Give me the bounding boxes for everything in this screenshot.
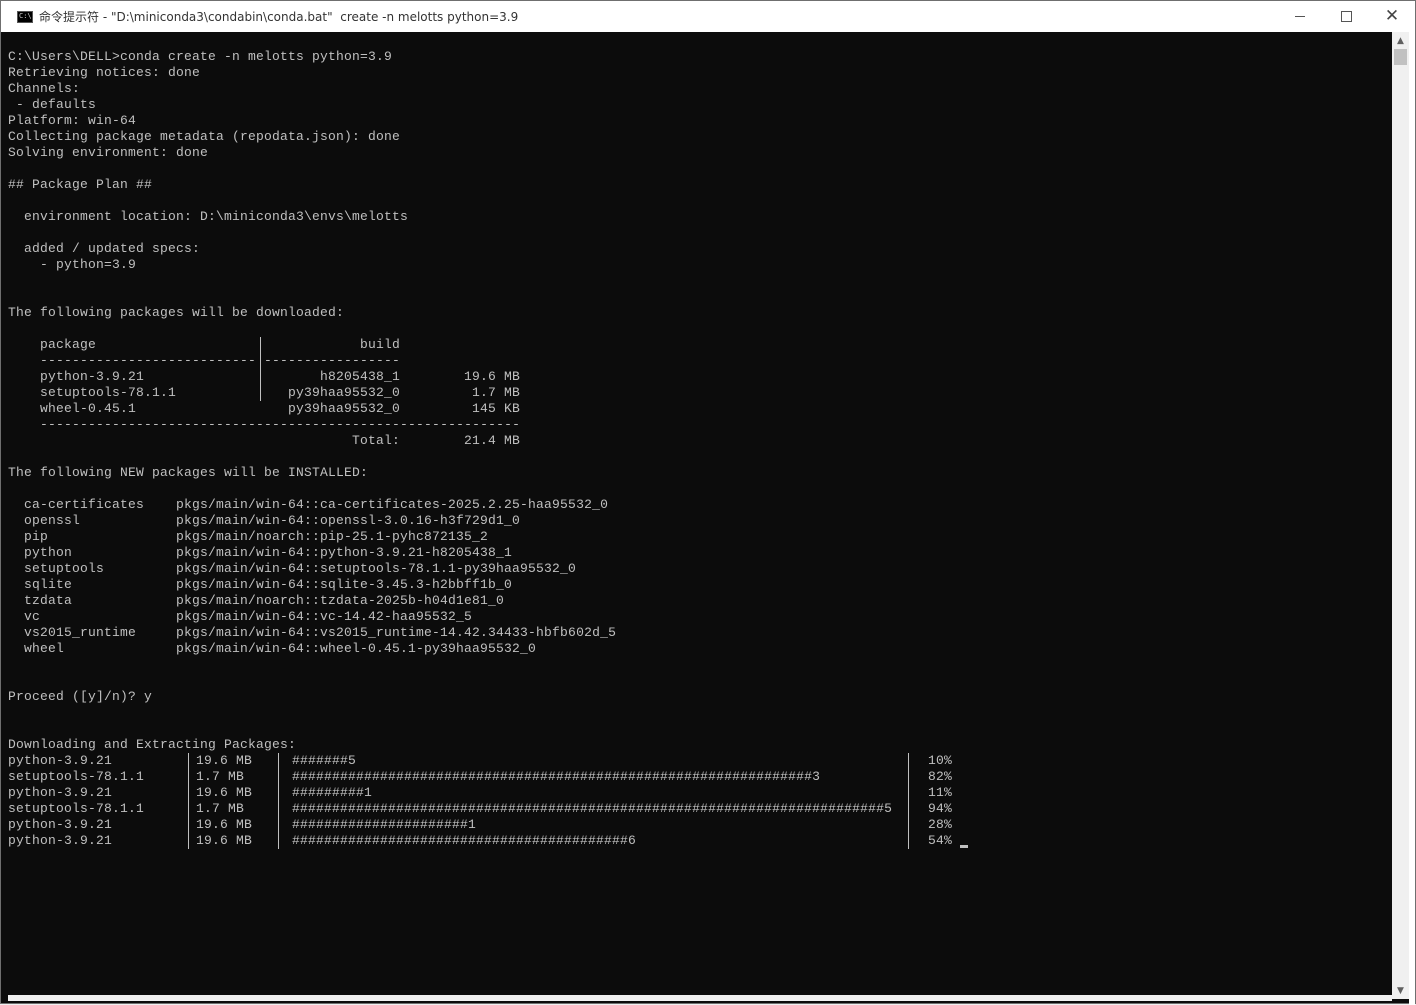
progress-percent: 54% — [927, 833, 952, 848]
progress-percent: 82% — [927, 769, 952, 784]
package-name: python-3.9.21 — [40, 369, 145, 384]
progress-percent: 10% — [927, 753, 952, 768]
console-output[interactable]: C:\Users\DELL>conda create -n melotts py… — [8, 32, 1392, 997]
package-build: py39haa95532_0 — [287, 385, 400, 400]
bottom-separator: ----------------------------------------… — [40, 417, 521, 432]
console-line: - defaults — [8, 97, 97, 112]
progress-package: python-3.9.21 — [8, 785, 113, 800]
cmd-window: C:\ 命令提示符 - "D:\miniconda3\condabin\cond… — [0, 0, 1416, 1005]
vertical-scrollbar[interactable]: ▲ ▼ — [1392, 32, 1409, 999]
new-package-spec: pkgs/main/win-64::vc-14.42-haa95532_5 — [176, 609, 473, 624]
scroll-up-arrow-icon[interactable]: ▲ — [1392, 32, 1409, 49]
column-header-package: package — [40, 337, 97, 352]
new-package-spec: pkgs/main/win-64::vs2015_runtime-14.42.3… — [176, 625, 617, 640]
new-package-name: setuptools — [24, 561, 105, 576]
package-build: py39haa95532_0 — [287, 401, 400, 416]
progress-bar: ######################1 — [292, 817, 477, 832]
console-line: Solving environment: done — [8, 145, 209, 160]
downloading-heading: Downloading and Extracting Packages: — [8, 737, 297, 752]
new-package-name: vs2015_runtime — [24, 625, 137, 640]
progress-bar: #######5 — [292, 753, 357, 768]
table-column-divider — [260, 337, 261, 401]
console-line: Collecting package metadata (repodata.js… — [8, 129, 401, 144]
new-package-name: openssl — [24, 513, 81, 528]
proceed-prompt: Proceed ([y]/n)? y — [8, 689, 153, 704]
separator-left: --------------------------- — [40, 353, 257, 368]
progress-divider-2 — [278, 753, 279, 849]
progress-percent: 94% — [927, 801, 952, 816]
package-size: 1.7 MB — [471, 385, 520, 400]
new-package-spec: pkgs/main/win-64::openssl-3.0.16-h3f729d… — [176, 513, 521, 528]
progress-percent: 28% — [927, 817, 952, 832]
console-line: Platform: win-64 — [8, 113, 137, 128]
progress-size: 1.7 MB — [196, 769, 245, 784]
progress-percent: 11% — [927, 785, 952, 800]
new-package-name: tzdata — [24, 593, 73, 608]
maximize-icon — [1340, 11, 1352, 22]
new-package-name: vc — [24, 609, 41, 624]
new-package-name: python — [24, 545, 73, 560]
new-package-name: ca-certificates — [24, 497, 145, 512]
console-line: environment location: D:\miniconda3\envs… — [8, 209, 409, 224]
progress-size: 19.6 MB — [196, 817, 253, 832]
progress-bar: ########################################… — [292, 801, 893, 816]
package-size: 145 KB — [471, 401, 520, 416]
progress-size: 1.7 MB — [196, 801, 245, 816]
package-size: 19.6 MB — [463, 369, 520, 384]
progress-size: 19.6 MB — [196, 785, 253, 800]
new-packages-heading: The following NEW packages will be INSTA… — [8, 465, 369, 480]
total-value: 21.4 MB — [463, 433, 520, 448]
progress-size: 19.6 MB — [196, 753, 253, 768]
cmd-app-icon[interactable]: C:\ — [17, 10, 33, 23]
total-label: Total: — [351, 433, 400, 448]
console-line: added / updated specs: — [8, 241, 201, 256]
minimize-icon — [1295, 16, 1305, 17]
maximize-button[interactable] — [1323, 1, 1369, 32]
new-package-spec: pkgs/main/win-64::setuptools-78.1.1-py39… — [176, 561, 577, 576]
console-line: C:\Users\DELL>conda create -n melotts py… — [8, 49, 393, 64]
scroll-down-arrow-icon[interactable]: ▼ — [1392, 982, 1409, 999]
text-cursor — [960, 845, 968, 848]
new-package-spec: pkgs/main/noarch::pip-25.1-pyhc872135_2 — [176, 529, 489, 544]
package-name: wheel-0.45.1 — [40, 401, 137, 416]
new-package-name: wheel — [24, 641, 65, 656]
new-package-spec: pkgs/main/win-64::sqlite-3.45.3-h2bbff1b… — [176, 577, 513, 592]
progress-package: setuptools-78.1.1 — [8, 801, 145, 816]
console-line: The following packages will be downloade… — [8, 305, 345, 320]
progress-divider-3 — [908, 753, 909, 849]
progress-bar: ########################################… — [292, 769, 821, 784]
close-button[interactable]: ✕ — [1369, 1, 1415, 32]
progress-divider-1 — [188, 753, 189, 849]
separator-right: ----------------- — [264, 353, 401, 368]
new-package-spec: pkgs/main/noarch::tzdata-2025b-h04d1e81_… — [176, 593, 505, 608]
progress-package: python-3.9.21 — [8, 833, 113, 848]
console-line: Retrieving notices: done — [8, 65, 201, 80]
window-bottom-edge — [8, 995, 1392, 1001]
new-package-name: pip — [24, 529, 49, 544]
new-package-name: sqlite — [24, 577, 73, 592]
app-icon-label: C:\ — [19, 12, 32, 20]
progress-package: python-3.9.21 — [8, 817, 113, 832]
console-line: - python=3.9 — [8, 257, 137, 272]
progress-size: 19.6 MB — [196, 833, 253, 848]
new-package-spec: pkgs/main/win-64::wheel-0.45.1-py39haa95… — [176, 641, 537, 656]
window-side-edge — [1409, 32, 1415, 1005]
close-icon: ✕ — [1384, 6, 1400, 26]
progress-bar: #########1 — [292, 785, 373, 800]
column-header-build: build — [359, 337, 400, 352]
scroll-thumb[interactable] — [1394, 49, 1407, 65]
progress-package: python-3.9.21 — [8, 753, 113, 768]
new-package-spec: pkgs/main/win-64::python-3.9.21-h8205438… — [176, 545, 513, 560]
console-line: Channels: — [8, 81, 81, 96]
console-line: ## Package Plan ## — [8, 177, 153, 192]
title-bar[interactable]: C:\ 命令提示符 - "D:\miniconda3\condabin\cond… — [1, 1, 1415, 32]
progress-bar: ########################################… — [292, 833, 637, 848]
new-package-spec: pkgs/main/win-64::ca-certificates-2025.2… — [176, 497, 609, 512]
package-build: h8205438_1 — [319, 369, 400, 384]
package-name: setuptools-78.1.1 — [40, 385, 177, 400]
window-controls: ✕ — [1277, 1, 1415, 32]
minimize-button[interactable] — [1277, 1, 1323, 32]
progress-package: setuptools-78.1.1 — [8, 769, 145, 784]
window-title: 命令提示符 - "D:\miniconda3\condabin\conda.ba… — [39, 10, 519, 24]
